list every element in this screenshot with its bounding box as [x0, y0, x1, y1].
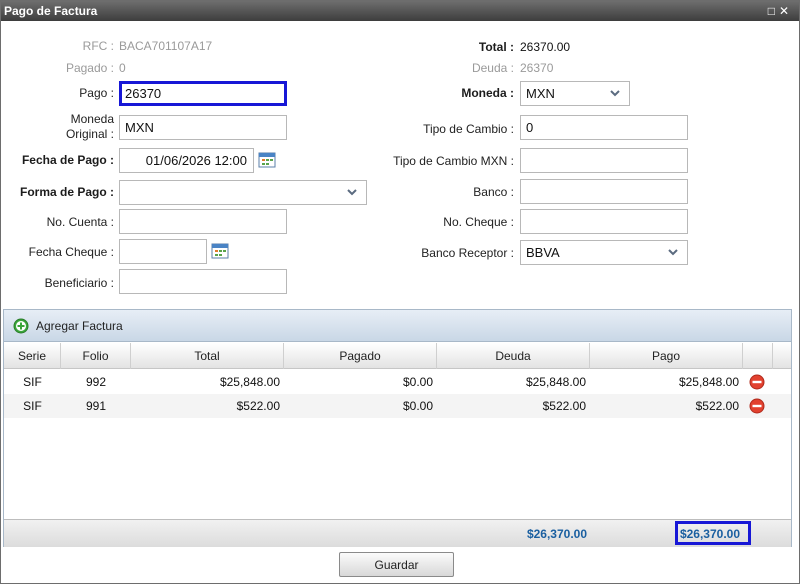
moneda-select[interactable]: MXN: [520, 81, 630, 106]
col-scroll: [773, 343, 791, 369]
panel-toolbar: Agregar Factura: [4, 310, 791, 342]
deuda-label: Deuda :: [471, 61, 514, 75]
calendar-icon[interactable]: [211, 243, 229, 259]
title-buttons: □✕: [768, 1, 793, 21]
forma-pago-label: Forma de Pago :: [19, 185, 114, 199]
moneda-label: Moneda :: [461, 86, 514, 100]
col-pagado[interactable]: Pagado: [284, 343, 437, 369]
fecha-pago-input[interactable]: 01/06/2026 12:00: [119, 148, 254, 173]
moneda-original-label: Moneda Original :: [41, 112, 114, 142]
col-serie[interactable]: Serie: [4, 343, 61, 369]
tipo-cambio-mxn-label: Tipo de Cambio MXN :: [393, 154, 514, 168]
beneficiario-input[interactable]: [119, 269, 287, 294]
cell-pago[interactable]: $522.00: [590, 394, 743, 418]
summary-deuda: $26,370.00: [526, 527, 587, 541]
restore-icon[interactable]: □: [768, 4, 779, 18]
fecha-pago-label: Fecha de Pago :: [21, 153, 114, 167]
window-title: Pago de Factura: [4, 4, 98, 18]
add-circle-icon[interactable]: [13, 318, 29, 334]
cell-folio: 992: [85, 375, 107, 389]
moneda-original-input[interactable]: MXN: [119, 115, 287, 140]
no-cuenta-label: No. Cuenta :: [46, 215, 114, 229]
no-cheque-label: No. Cheque :: [443, 215, 514, 229]
cell-deuda: $522.00: [542, 399, 586, 413]
chevron-down-icon: [668, 249, 678, 256]
col-folio[interactable]: Folio: [61, 343, 131, 369]
cell-serie: SIF: [23, 375, 42, 389]
cell-total: $25,848.00: [219, 375, 280, 389]
moneda-value: MXN: [526, 86, 555, 101]
chevron-down-icon: [610, 90, 620, 97]
moneda-original-label-line2: Original :: [65, 127, 114, 141]
forma-pago-select[interactable]: [119, 180, 367, 205]
facturas-panel: Agregar Factura Serie Folio Total Pagado…: [3, 309, 792, 547]
pago-label: Pago :: [79, 86, 114, 100]
close-icon[interactable]: ✕: [779, 4, 793, 18]
cell-deuda: $25,848.00: [525, 375, 586, 389]
total-value: 26370.00: [520, 40, 571, 54]
banco-receptor-label: Banco Receptor :: [421, 246, 514, 260]
total-label: Total :: [478, 40, 514, 54]
banco-receptor-value: BBVA: [526, 245, 560, 260]
col-actions: [743, 343, 773, 369]
cell-pagado: $0.00: [402, 375, 433, 389]
beneficiario-label: Beneficiario :: [44, 276, 114, 290]
no-cheque-input[interactable]: [520, 209, 688, 234]
table-row[interactable]: SIF 991 $522.00 $0.00 $522.00 $522.00: [4, 394, 791, 418]
banco-label: Banco :: [473, 185, 514, 199]
pago-factura-window: Pago de Factura □✕ RFC : BACA701107A17 P…: [0, 0, 800, 584]
chevron-down-icon: [347, 189, 357, 196]
rfc-value: BACA701107A17: [119, 39, 213, 53]
banco-input[interactable]: [520, 179, 688, 204]
pagado-value: 0: [119, 61, 126, 75]
grid-header: Serie Folio Total Pagado Deuda Pago: [4, 343, 791, 369]
rfc-label: RFC :: [82, 39, 114, 53]
moneda-original-label-line1: Moneda: [70, 112, 114, 126]
summary-pago: $26,370.00: [679, 527, 740, 541]
cell-folio: 991: [85, 399, 107, 413]
col-deuda[interactable]: Deuda: [437, 343, 590, 369]
fecha-cheque-label: Fecha Cheque :: [28, 245, 114, 259]
remove-icon[interactable]: [749, 374, 765, 390]
tipo-cambio-input[interactable]: 0: [520, 115, 688, 140]
remove-icon[interactable]: [749, 398, 765, 414]
agregar-factura-button[interactable]: Agregar Factura: [36, 319, 123, 333]
cell-pago[interactable]: $25,848.00: [590, 370, 743, 394]
guardar-button[interactable]: Guardar: [339, 552, 454, 577]
pagado-label: Pagado :: [65, 61, 114, 75]
pago-input[interactable]: 26370: [119, 81, 287, 106]
col-total[interactable]: Total: [131, 343, 284, 369]
tipo-cambio-mxn-input[interactable]: [520, 148, 688, 173]
calendar-icon[interactable]: [258, 152, 276, 168]
tipo-cambio-label: Tipo de Cambio :: [423, 122, 514, 136]
cell-pagado: $0.00: [402, 399, 433, 413]
no-cuenta-input[interactable]: [119, 209, 287, 234]
deuda-value: 26370: [520, 61, 554, 75]
grid-summary-row: $26,370.00 $26,370.00: [4, 519, 791, 547]
banco-receptor-select[interactable]: BBVA: [520, 240, 688, 265]
title-bar[interactable]: Pago de Factura □✕: [1, 1, 799, 21]
table-row[interactable]: SIF 992 $25,848.00 $0.00 $25,848.00 $25,…: [4, 370, 791, 394]
cell-total: $522.00: [236, 399, 280, 413]
fecha-cheque-input[interactable]: [119, 239, 207, 264]
col-pago[interactable]: Pago: [590, 343, 743, 369]
cell-serie: SIF: [23, 399, 42, 413]
